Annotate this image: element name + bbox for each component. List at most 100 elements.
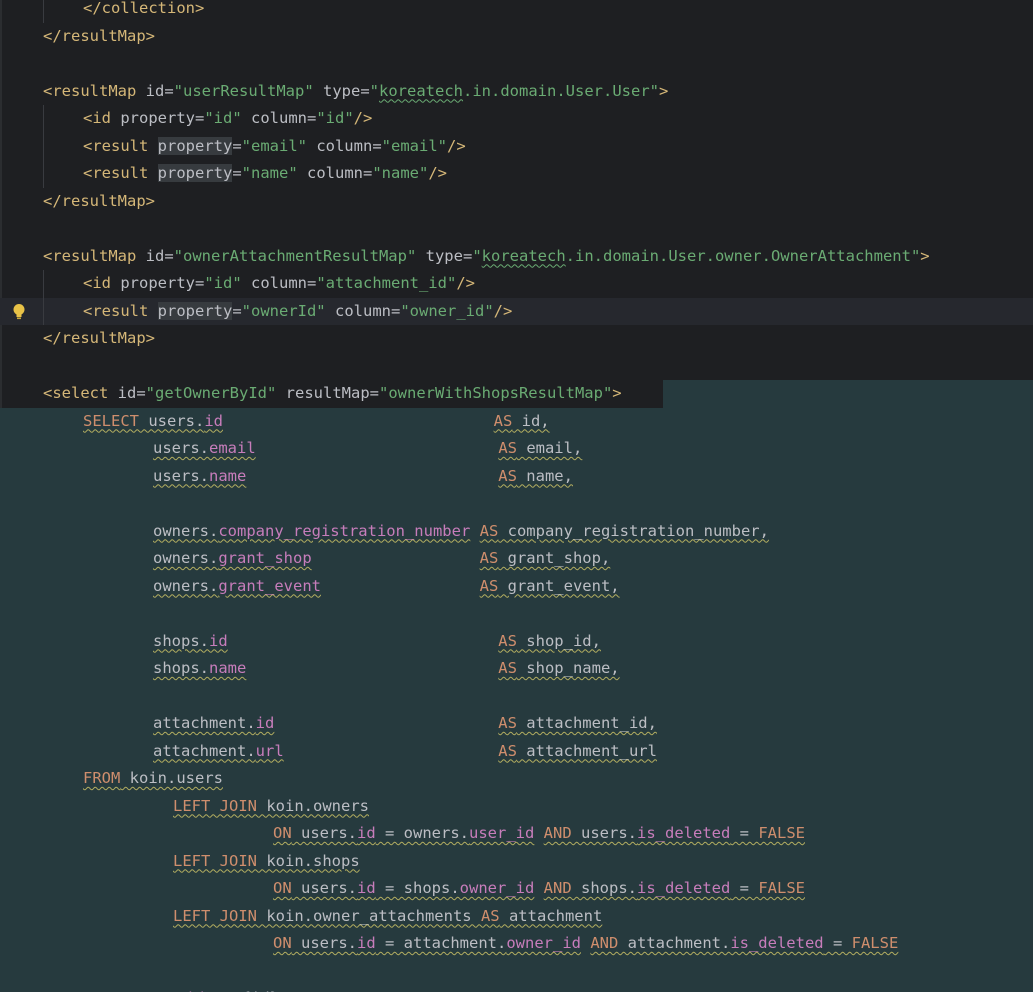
code-token: koin.users — [120, 769, 223, 787]
code-line[interactable]: WHERE user_id = #{id} — [0, 985, 1033, 992]
code-token: = — [372, 136, 382, 155]
code-token: name, — [516, 466, 573, 485]
code-token: grant_event — [218, 576, 321, 595]
code-token: attachment. — [618, 934, 731, 952]
code-line[interactable]: users.email AS email, — [0, 435, 1033, 463]
code-line[interactable]: shops.name AS shop_name, — [0, 655, 1033, 683]
code-token: id — [145, 246, 165, 265]
code-token: owners. — [153, 576, 219, 595]
code-token: users. — [153, 439, 209, 457]
code-line[interactable] — [0, 957, 1033, 985]
code-token: id — [209, 631, 228, 650]
code-token: koreatech — [379, 81, 464, 100]
code-text: WHERE user_id = #{id} — [83, 985, 279, 992]
code-line[interactable]: owners.grant_event AS grant_event, — [0, 572, 1033, 600]
code-line[interactable]: LEFT JOIN koin.owner_attachments AS atta… — [0, 902, 1033, 930]
code-token: /> — [456, 274, 475, 292]
code-token: url — [255, 741, 284, 760]
code-token: .in.domain.User.User" — [463, 81, 659, 100]
code-token: property — [157, 164, 233, 182]
code-token: id — [145, 81, 165, 100]
code-token: id, — [512, 411, 550, 430]
code-text: </collection> — [83, 0, 204, 23]
code-line[interactable] — [0, 682, 1033, 710]
code-token: SELECT — [83, 411, 139, 430]
code-line[interactable]: <id property="id" column="id"/> — [0, 105, 1033, 133]
code-token: FALSE — [758, 824, 805, 842]
code-token: property — [157, 301, 233, 320]
code-token: AS — [498, 439, 517, 457]
code-line[interactable]: SELECT users.id AS id, — [0, 407, 1033, 435]
code-token: </collection> — [83, 0, 205, 17]
code-line[interactable]: </collection> — [0, 0, 1033, 23]
code-line[interactable]: <resultMap id="ownerAttachmentResultMap"… — [0, 243, 1033, 271]
code-text: LEFT JOIN koin.owners — [173, 793, 369, 821]
code-token: name — [209, 659, 247, 677]
code-line[interactable] — [0, 490, 1033, 518]
code-line[interactable]: <resultMap id="userResultMap" type="kore… — [0, 78, 1033, 106]
code-line[interactable]: </resultMap> — [0, 188, 1033, 216]
code-token: = — [390, 301, 401, 320]
code-token: AS — [479, 521, 499, 540]
code-editor[interactable]: </collection> </resultMap> <resultMap id="… — [0, 0, 1033, 992]
code-token: > — [920, 246, 930, 265]
code-token: "ownerId" — [241, 301, 326, 320]
code-text: ON users.id = owners.user_id AND users.i… — [273, 820, 805, 848]
code-token: /> — [493, 301, 513, 320]
code-line[interactable]: <result property="ownerId" column="owner… — [0, 297, 1033, 325]
code-line[interactable]: LEFT JOIN koin.shops — [0, 847, 1033, 875]
code-token: = — [194, 109, 205, 127]
code-token: id — [357, 879, 376, 897]
code-token: "id" — [204, 109, 242, 127]
code-line[interactable]: shops.id AS shop_id, — [0, 627, 1033, 655]
code-line[interactable]: users.name AS name, — [0, 462, 1033, 490]
code-line[interactable]: <select id="getOwnerById" resultMap="own… — [0, 380, 1033, 408]
code-token: = — [136, 384, 146, 402]
code-token: <id — [83, 109, 121, 127]
code-token: column — [297, 164, 363, 182]
code-line[interactable]: <result property="name" column="name"/> — [0, 160, 1033, 188]
code-token: AND — [543, 879, 572, 897]
code-line[interactable]: LEFT JOIN koin.owners — [0, 792, 1033, 821]
code-token: FROM — [83, 769, 121, 787]
code-token: shop_name, — [516, 659, 620, 677]
code-line[interactable]: attachment.id AS attachment_id, — [0, 710, 1033, 738]
code-token: id — [357, 934, 376, 952]
code-token: users. — [291, 879, 357, 897]
code-line[interactable]: </resultMap> — [0, 325, 1033, 353]
code-token: = — [164, 81, 174, 100]
code-token: koin.shops — [257, 851, 360, 870]
code-line[interactable]: attachment.url AS attachment_url — [0, 737, 1033, 765]
code-line[interactable]: ON users.id = owners.user_id AND users.i… — [0, 820, 1033, 848]
code-token: = — [462, 246, 473, 265]
code-line[interactable] — [0, 353, 1033, 381]
code-token: shops. — [571, 879, 637, 897]
code-token: type — [313, 81, 361, 100]
code-token: attachment — [499, 906, 603, 925]
code-text: <id property="id" column="attachment_id"… — [83, 270, 475, 298]
code-line[interactable]: ON users.id = shops.owner_id AND shops.i… — [0, 875, 1033, 903]
code-line[interactable]: FROM koin.users — [0, 765, 1033, 793]
code-token: AS — [498, 741, 517, 760]
code-line[interactable]: ON users.id = attachment.owner_id AND at… — [0, 930, 1033, 958]
code-line[interactable]: </resultMap> — [0, 23, 1033, 51]
code-token: > — [658, 81, 669, 100]
code-token: shop_id, — [516, 631, 601, 650]
code-token: user_id — [469, 824, 535, 842]
code-line[interactable]: owners.grant_shop AS grant_shop, — [0, 545, 1033, 573]
code-line[interactable] — [0, 215, 1033, 243]
code-token: = shops. — [375, 879, 460, 897]
code-line[interactable] — [0, 600, 1033, 628]
code-token: </resultMap> — [43, 26, 155, 45]
code-line[interactable]: <result property="email" column="email"/… — [0, 132, 1033, 160]
code-token: users. — [139, 411, 205, 430]
code-token: grant_event, — [498, 576, 620, 595]
code-line[interactable]: owners.company_registration_number AS co… — [0, 517, 1033, 545]
code-token: /> — [428, 164, 447, 182]
code-line[interactable]: <id property="id" column="attachment_id"… — [0, 270, 1033, 298]
code-line[interactable] — [0, 50, 1033, 78]
lightbulb-icon[interactable] — [12, 303, 26, 321]
